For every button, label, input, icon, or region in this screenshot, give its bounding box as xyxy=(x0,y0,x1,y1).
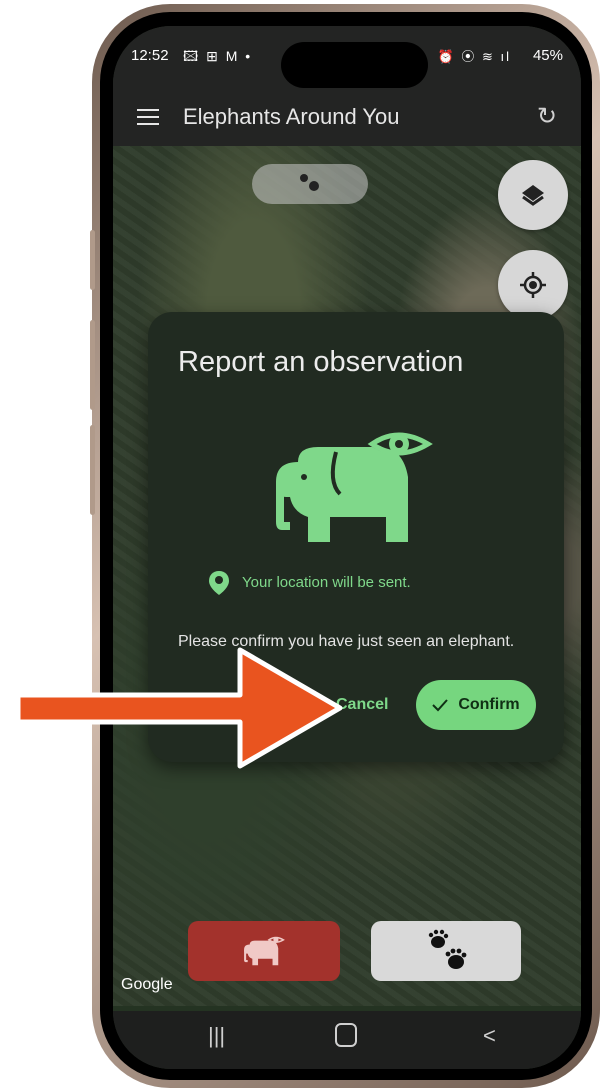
refresh-icon[interactable]: ↻ xyxy=(537,102,557,131)
elephant-eye-icon xyxy=(244,936,285,966)
status-left-icons: 🖾 ⊞ M • xyxy=(183,48,253,64)
location-pin-icon xyxy=(209,571,229,595)
status-time: 12:52 xyxy=(131,47,169,64)
annotation-arrow-icon xyxy=(15,647,343,769)
paw-icon xyxy=(300,174,319,191)
system-nav-bar: ||| < xyxy=(113,1011,581,1069)
my-location-icon xyxy=(520,272,546,298)
phone-side-button xyxy=(90,230,95,290)
map-attribution: Google xyxy=(121,976,173,993)
my-location-button[interactable] xyxy=(498,250,568,320)
status-right-icons: ⏰ ⦿ ≋ ıl xyxy=(437,49,511,64)
confirm-label: Confirm xyxy=(458,696,520,713)
app-title: Elephants Around You xyxy=(183,104,400,129)
phone-side-button xyxy=(90,320,95,410)
layers-icon xyxy=(522,185,544,206)
report-elephant-button[interactable] xyxy=(188,921,340,981)
paw-filter-button[interactable] xyxy=(252,164,368,204)
app-bar: Elephants Around You ↻ xyxy=(113,88,581,146)
phone-side-button xyxy=(90,425,95,515)
paw-icon xyxy=(428,929,467,969)
recents-icon[interactable]: ||| xyxy=(208,1023,225,1049)
phone-screen: 12:52 🖾 ⊞ M • ⏰ ⦿ ≋ ıl 45% Elephants Aro… xyxy=(113,26,581,1069)
back-icon[interactable]: < xyxy=(483,1023,496,1049)
layers-button[interactable] xyxy=(498,160,568,230)
camera-notch xyxy=(281,42,428,88)
report-tracks-button[interactable] xyxy=(371,921,521,981)
home-icon[interactable] xyxy=(335,1023,357,1047)
menu-icon[interactable] xyxy=(135,104,161,130)
battery-level: 45% xyxy=(532,47,563,64)
location-note: Your location will be sent. xyxy=(242,574,411,591)
dialog-title: Report an observation xyxy=(178,346,464,378)
elephant-eye-icon xyxy=(276,432,433,542)
confirm-button[interactable]: Confirm xyxy=(416,680,536,730)
check-icon xyxy=(432,699,449,712)
